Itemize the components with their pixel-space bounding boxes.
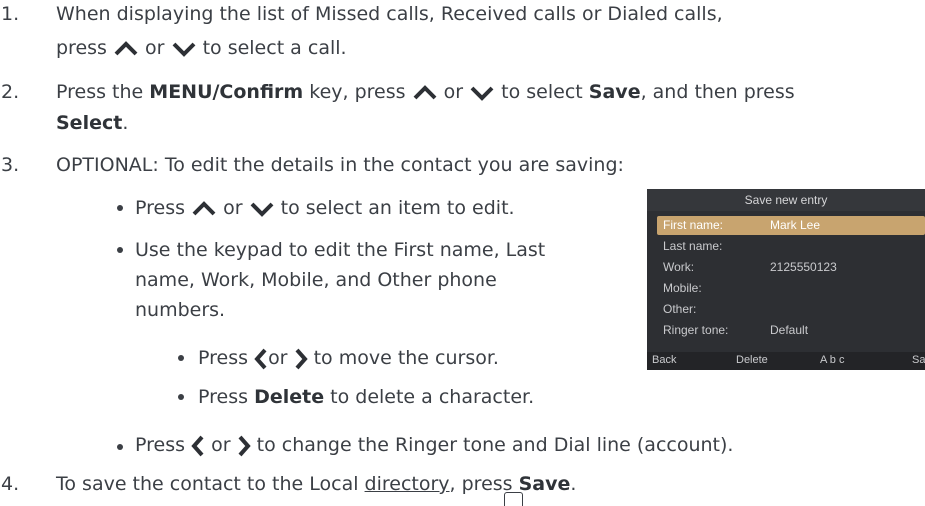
- step-number: 2.: [1, 81, 20, 103]
- screen-row-mobile[interactable]: Mobile:: [657, 279, 925, 298]
- step-1-line-1: When displaying the list of Missed calls…: [56, 3, 723, 25]
- up-arrow-icon: [412, 84, 438, 101]
- screen-row-other[interactable]: Other:: [657, 300, 925, 319]
- step-3-text: OPTIONAL: To edit the details in the con…: [56, 154, 624, 176]
- right-arrow-icon: [237, 435, 251, 457]
- bullet: [117, 247, 123, 253]
- screen-row-last-name[interactable]: Last name:: [657, 237, 925, 256]
- softkey-back[interactable]: Back: [652, 354, 676, 366]
- step-number: 4.: [1, 473, 20, 495]
- bullet-2-line-1: Use the keypad to edit the First name, L…: [135, 239, 546, 261]
- bullet: [117, 205, 123, 211]
- step-1-line-2: press or to select a call.: [56, 37, 347, 59]
- up-arrow-icon: [113, 40, 139, 57]
- key-icon-partial: [504, 492, 523, 506]
- step-2-line-1: Press the MENU/Confirm key, press or to …: [56, 81, 795, 103]
- down-arrow-icon: [249, 201, 275, 217]
- step-number: 1.: [1, 3, 20, 25]
- left-arrow-icon: [254, 348, 268, 370]
- bullet-2-line-2: name, Work, Mobile, and Other phone: [135, 269, 497, 291]
- bullet: [117, 444, 123, 450]
- bullet-3: Press or to change the Ringer tone and D…: [135, 434, 734, 457]
- bullet-1: Press or to select an item to edit.: [135, 197, 515, 219]
- screen-row-ringer-tone[interactable]: Ringer tone: Default: [657, 321, 925, 340]
- bullet-2-line-3: numbers.: [135, 299, 226, 321]
- screen-row-work[interactable]: Work: 2125550123: [657, 258, 925, 277]
- bullet: [178, 394, 184, 400]
- sub-bullet-2: Press Delete to delete a character.: [198, 386, 535, 408]
- step-number: 3.: [1, 154, 20, 176]
- softkey-abc[interactable]: A b c: [820, 354, 844, 366]
- down-arrow-icon: [171, 41, 197, 57]
- up-arrow-icon: [191, 200, 217, 217]
- left-arrow-icon: [191, 435, 205, 457]
- softkey-delete[interactable]: Delete: [736, 354, 768, 366]
- screen-title: Save new entry: [647, 189, 925, 211]
- down-arrow-icon: [469, 85, 495, 101]
- bullet: [178, 355, 184, 361]
- right-arrow-icon: [294, 348, 308, 370]
- step-4-line: To save the contact to the Local directo…: [56, 473, 577, 495]
- softkey-save[interactable]: Sa: [912, 354, 925, 366]
- softkey-bar: Back Delete A b c Sa: [647, 352, 925, 370]
- phone-screen: Save new entry First name: Mark Lee Last…: [647, 189, 925, 370]
- step-2-line-2: Select.: [56, 112, 129, 134]
- screen-row-first-name[interactable]: First name: Mark Lee: [657, 216, 925, 235]
- sub-bullet-1: Press or to move the cursor.: [198, 347, 499, 370]
